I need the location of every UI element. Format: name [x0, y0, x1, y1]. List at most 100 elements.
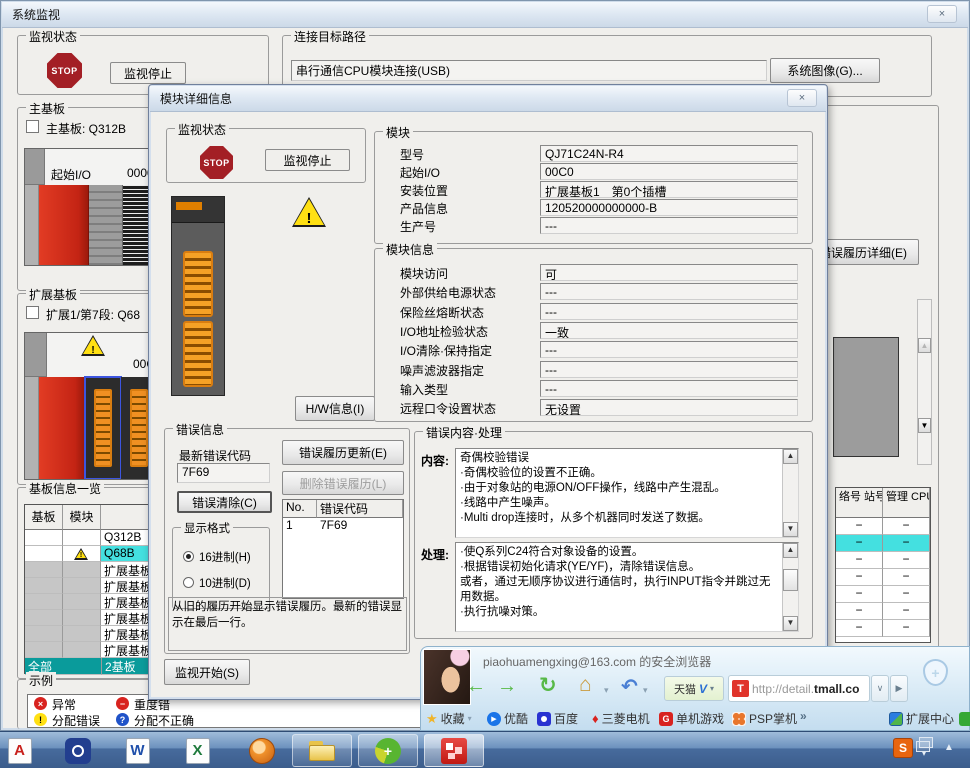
field-label: 输入类型: [400, 381, 448, 398]
error-history-note: 从旧的履历开始显示错误履历。最新的错误显示在最后一行。: [168, 597, 407, 651]
go-icon[interactable]: ▶: [890, 675, 908, 702]
noise-filter-field: ---: [540, 361, 798, 378]
field-label: 型号: [400, 146, 424, 163]
address-prefix: http://detail.: [752, 682, 814, 696]
module-image: [171, 196, 225, 396]
base-list-title: 基板信息一览: [26, 480, 104, 497]
shield-icon[interactable]: +: [923, 659, 948, 686]
scroll-up-icon[interactable]: ▲: [918, 338, 931, 353]
table-row[interactable]: − −: [836, 552, 930, 569]
hex-radio[interactable]: [183, 551, 194, 562]
scroll-down-icon[interactable]: ▼: [918, 418, 931, 433]
undo-icon[interactable]: ↶: [621, 674, 638, 699]
system-image-button[interactable]: 系统图像(G)...: [770, 58, 880, 83]
table-row[interactable]: − −: [836, 603, 930, 620]
action-scrollbar[interactable]: ▲ ▼: [782, 543, 798, 631]
power-module: [39, 185, 89, 265]
taskbar-excel-icon[interactable]: X: [182, 735, 213, 766]
selected-module[interactable]: [85, 377, 121, 479]
search-engine-label: 天猫: [674, 681, 696, 697]
home-icon[interactable]: ⌂: [579, 673, 592, 697]
taskbar-360-safety-button[interactable]: +: [358, 734, 418, 767]
monitor-status-title: 监视状态: [26, 28, 80, 45]
bookmark-psp[interactable]: PSP掌机: [732, 710, 797, 727]
main-titlebar: 系统监视: [2, 2, 968, 28]
remote-password-field: 无设置: [540, 399, 798, 416]
table-row[interactable]: − −: [836, 535, 930, 552]
right-scrollbar[interactable]: ▲ ▼: [917, 299, 932, 465]
table-row[interactable]: − −: [836, 586, 930, 603]
bookmark-baidu[interactable]: 百度: [537, 710, 578, 727]
table-row[interactable]: − −: [836, 518, 930, 535]
hw-info-button[interactable]: H/W信息(I): [295, 396, 375, 421]
bookmark-extension-center[interactable]: 扩展中心: [889, 710, 954, 727]
connector: [183, 321, 213, 387]
dialog-close-button[interactable]: ×: [787, 89, 817, 107]
monitor-start-button[interactable]: 监视开始(S): [164, 659, 250, 685]
station-table: 络号 站号 管理 CPU − − − − − − − − − −: [835, 487, 931, 643]
io-label: 起始I/O: [51, 166, 91, 183]
address-dropdown-icon[interactable]: ∨: [871, 675, 889, 702]
tray-sogou-icon[interactable]: S: [893, 738, 913, 758]
bookmark-mitsubishi[interactable]: ♦ 三菱电机: [592, 710, 650, 727]
error-history-table: No. 错误代码 1 7F69: [282, 499, 404, 599]
error-history-delete-button[interactable]: 删除错误履历(L): [282, 471, 404, 495]
severe-error-icon: −: [116, 697, 129, 710]
scroll-thumb[interactable]: [783, 569, 798, 591]
main-base-checkbox[interactable]: [26, 120, 39, 133]
tray-window-switcher-icon[interactable]: [919, 737, 933, 748]
bookmark-favorites[interactable]: ★ 收藏 ▾: [426, 710, 472, 727]
refresh-icon[interactable]: ↻: [539, 673, 557, 698]
table-row[interactable]: 1 7F69: [283, 518, 403, 534]
dialog-monitor-status-group: 监视状态 STOP 监视停止: [166, 128, 366, 183]
taskbar-explorer-button[interactable]: [292, 734, 352, 767]
taskbar-word-icon[interactable]: W: [122, 735, 153, 766]
clipped-bookmark-icon[interactable]: [959, 712, 970, 726]
error-content-box[interactable]: 奇偶校验错误 ·奇偶校验位的设置不正确。 ·由于对象站的电源ON/OFF操作，线…: [455, 448, 799, 538]
search-engine-selector[interactable]: 天猫 V ▾: [664, 676, 724, 701]
bookmark-youku[interactable]: ▶ 优酷: [487, 710, 528, 727]
avatar[interactable]: [423, 649, 471, 705]
content-scrollbar[interactable]: ▲ ▼: [782, 449, 798, 537]
error-action-box[interactable]: ·使Q系列C24符合对象设备的设置。 ·根据错误初始化请求(YE/YF)，清除错…: [455, 542, 799, 632]
taskbar-cad-tool-icon[interactable]: [62, 735, 93, 766]
rack-corner: [25, 333, 47, 377]
ext-base-checkbox[interactable]: [26, 306, 39, 319]
error-info-title: 错误信息: [173, 421, 227, 438]
error-icon: ×: [34, 697, 47, 710]
serial-field: ---: [540, 217, 798, 234]
scroll-down-icon[interactable]: ▼: [783, 522, 798, 537]
address-bar[interactable]: T http://detail. tmall.co: [728, 675, 870, 702]
stop-icon: STOP: [200, 146, 233, 179]
back-icon[interactable]: ←: [466, 675, 486, 698]
more-bookmarks-icon[interactable]: »: [800, 709, 807, 723]
module-access-field: 可: [540, 264, 798, 281]
tray-chevron-down-icon[interactable]: ▾: [922, 749, 926, 758]
display-format-title: 显示格式: [181, 520, 233, 536]
table-header: 络号 站号 管理 CPU: [836, 488, 930, 518]
chevron-down-icon: ▾: [468, 714, 472, 723]
taskbar-music-player-icon[interactable]: [246, 735, 277, 766]
forward-icon[interactable]: →: [497, 675, 517, 698]
connection-path-field: 串行通信CPU模块连接(USB): [291, 60, 767, 81]
taskbar-autocad-icon[interactable]: A: [4, 735, 35, 766]
warning-icon: !: [292, 197, 326, 227]
error-content-text: 奇偶校验错误 ·奇偶校验位的设置不正确。 ·由于对象站的电源ON/OFF操作，线…: [460, 451, 778, 535]
rack-corner: [25, 149, 45, 185]
dec-radio-label: 10进制(D): [199, 575, 251, 591]
table-row[interactable]: − −: [836, 620, 930, 637]
table-row[interactable]: − −: [836, 569, 930, 586]
main-close-button[interactable]: ×: [927, 5, 957, 23]
scroll-up-icon[interactable]: ▲: [783, 543, 798, 558]
chevron-down-icon[interactable]: ▾: [604, 685, 609, 696]
chevron-down-icon[interactable]: ▾: [643, 685, 648, 696]
dec-radio[interactable]: [183, 577, 194, 588]
error-clear-button[interactable]: 错误清除(C): [177, 491, 272, 513]
scroll-down-icon[interactable]: ▼: [783, 616, 798, 631]
bookmark-games[interactable]: G 单机游戏: [659, 710, 724, 727]
error-history-update-button[interactable]: 错误履历更新(E): [282, 440, 404, 465]
scroll-up-icon[interactable]: ▲: [783, 449, 798, 464]
tray-show-hidden-icon[interactable]: ▲: [944, 742, 954, 753]
star-icon: ★: [426, 711, 438, 727]
taskbar-gx-configurator-button[interactable]: [424, 734, 484, 767]
